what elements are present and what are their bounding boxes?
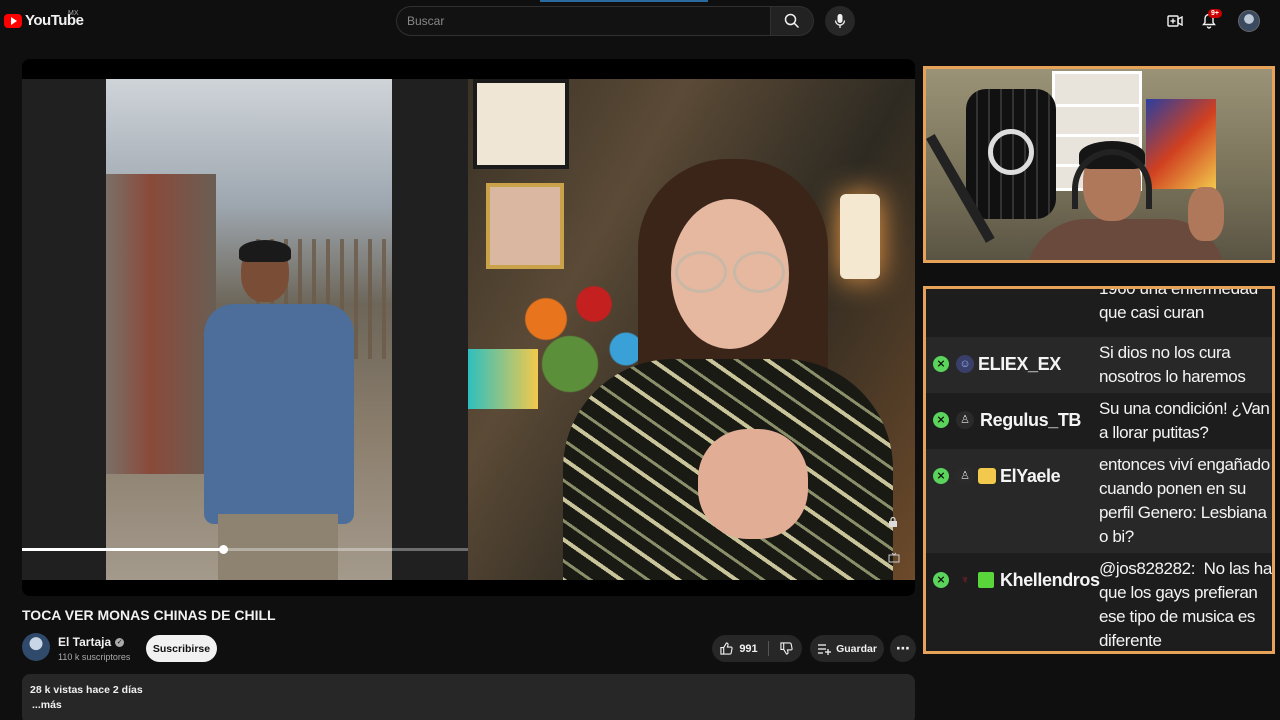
like-button[interactable]: 991 bbox=[712, 635, 766, 662]
right-video-clip bbox=[468, 79, 915, 580]
top-bar: YouTube MX Buscar 9+ bbox=[0, 0, 1280, 44]
chat-message-partial: 1960 una enfermedad que casi curan bbox=[926, 286, 1272, 337]
embedded-progress-bar[interactable] bbox=[22, 545, 468, 554]
region-code: MX bbox=[68, 10, 79, 17]
video-camera-plus-icon bbox=[1167, 15, 1183, 27]
view-count-and-date: 28 k vistas hace 2 días bbox=[30, 684, 143, 696]
save-button[interactable]: Guardar bbox=[810, 635, 884, 662]
poster bbox=[1146, 99, 1216, 189]
youtube-play-icon bbox=[4, 13, 22, 28]
dislike-button[interactable] bbox=[770, 635, 802, 662]
thumbs-up-icon bbox=[720, 642, 733, 655]
user-avatar-icon: ♙ bbox=[956, 467, 974, 485]
dragon-avatar-icon: ♆ bbox=[960, 574, 970, 586]
man-pants bbox=[218, 514, 338, 580]
playlist-add-icon bbox=[818, 643, 832, 655]
account-avatar[interactable] bbox=[1238, 10, 1260, 32]
portrait-frame bbox=[486, 183, 564, 269]
notification-badge: 9+ bbox=[1208, 9, 1222, 18]
streamer-hand bbox=[1188, 187, 1224, 241]
gift-badge-icon bbox=[978, 572, 994, 588]
search-icon bbox=[784, 13, 800, 29]
chat-message: ⨯ ♙ ElYaele entonces viví engañado cuand… bbox=[926, 449, 1272, 553]
chat-message: ⨯ ♆ Khellendros @jos828282: No las hay, … bbox=[926, 553, 1272, 651]
like-separator bbox=[768, 641, 769, 656]
glasses-left-lens bbox=[675, 251, 727, 293]
man-hair bbox=[239, 240, 291, 262]
woman-hands bbox=[698, 429, 808, 539]
chat-username: Regulus_TB bbox=[980, 410, 1082, 430]
chat-username: Khellendros bbox=[1000, 570, 1100, 590]
like-count: 991 bbox=[739, 642, 758, 655]
shelf-row bbox=[1055, 134, 1139, 137]
like-dislike-group: 991 bbox=[712, 635, 802, 662]
woman-figure bbox=[563, 159, 893, 580]
video-player[interactable] bbox=[22, 59, 915, 596]
glasses-right-lens bbox=[733, 251, 785, 293]
chat-messages: 1960 una enfermedad que casi curan ⨯ ☺ E… bbox=[926, 286, 1272, 651]
channel-avatar[interactable] bbox=[22, 633, 50, 661]
chat-message-text: 1960 una enfermedad que casi curan bbox=[1099, 286, 1258, 322]
left-video-clip bbox=[106, 79, 392, 580]
description-box[interactable]: 28 k vistas hace 2 días ...más bbox=[22, 674, 915, 720]
split-divider bbox=[392, 79, 468, 580]
chat-message-text: Si dios no los cura nosotros lo haremos bbox=[1099, 343, 1246, 386]
streamer-webcam bbox=[923, 66, 1275, 263]
moderator-badge-icon: ⨯ bbox=[933, 356, 949, 372]
video-frame bbox=[22, 79, 915, 580]
chat-username: ElYaele bbox=[1000, 466, 1061, 486]
chat-username: ELIEX_EX bbox=[978, 354, 1061, 374]
user-avatar-icon: ♙ bbox=[956, 411, 974, 429]
butterfly-frame bbox=[473, 79, 569, 169]
moderator-badge-icon: ⨯ bbox=[933, 412, 949, 428]
shelf-row bbox=[1055, 104, 1139, 107]
chat-message-text: @jos828282: No las hay, que los gays pre… bbox=[1099, 559, 1272, 650]
chat-message-text: entonces viví engañado cuando ponen en s… bbox=[1099, 455, 1270, 546]
man-shirt bbox=[204, 304, 354, 524]
moderator-badge-icon: ⨯ bbox=[933, 468, 949, 484]
page-load-bar bbox=[540, 0, 708, 2]
search-button[interactable] bbox=[770, 6, 814, 36]
thumbs-down-icon bbox=[779, 642, 793, 655]
live-chat-overlay: 1960 una enfermedad que casi curan ⨯ ☺ E… bbox=[923, 286, 1275, 654]
progress-scrubber[interactable] bbox=[218, 545, 228, 554]
save-label: Guardar bbox=[836, 642, 877, 655]
more-actions-button[interactable]: ⋯ bbox=[890, 635, 916, 662]
voice-search-button[interactable] bbox=[825, 6, 855, 36]
channel-name: El Tartaja bbox=[58, 635, 112, 649]
verified-icon: ✓ bbox=[115, 637, 125, 647]
subscriber-count: 110 k suscriptores bbox=[58, 652, 131, 662]
subscribe-button[interactable]: Suscribirse bbox=[146, 635, 217, 662]
search-input[interactable]: Buscar bbox=[396, 6, 770, 36]
microphone-icon bbox=[834, 14, 846, 28]
channel-name-link[interactable]: El Tartaja ✓ bbox=[58, 635, 125, 649]
tv-icon bbox=[888, 552, 900, 563]
lock-icon bbox=[889, 516, 897, 527]
show-more-link[interactable]: ...más bbox=[32, 699, 62, 711]
robot-avatar-icon: ☺ bbox=[956, 355, 974, 373]
subscriber-crown-icon bbox=[978, 468, 996, 484]
video-title: TOCA VER MONAS CHINAS DE CHILL bbox=[22, 607, 276, 623]
chat-message-text: Su una condición! ¿Van a llorar putitas? bbox=[1099, 399, 1270, 442]
man-figure bbox=[196, 240, 354, 580]
progress-fill bbox=[22, 548, 223, 551]
create-button[interactable] bbox=[1164, 10, 1186, 32]
moderator-badge-icon: ⨯ bbox=[933, 572, 949, 588]
chat-message: ⨯ ♙ Regulus_TB Su una condición! ¿Van a … bbox=[926, 393, 1272, 449]
tissue-box bbox=[468, 349, 538, 409]
chat-message: ⨯ ☺ ELIEX_EX Si dios no los cura nosotro… bbox=[926, 337, 1272, 393]
